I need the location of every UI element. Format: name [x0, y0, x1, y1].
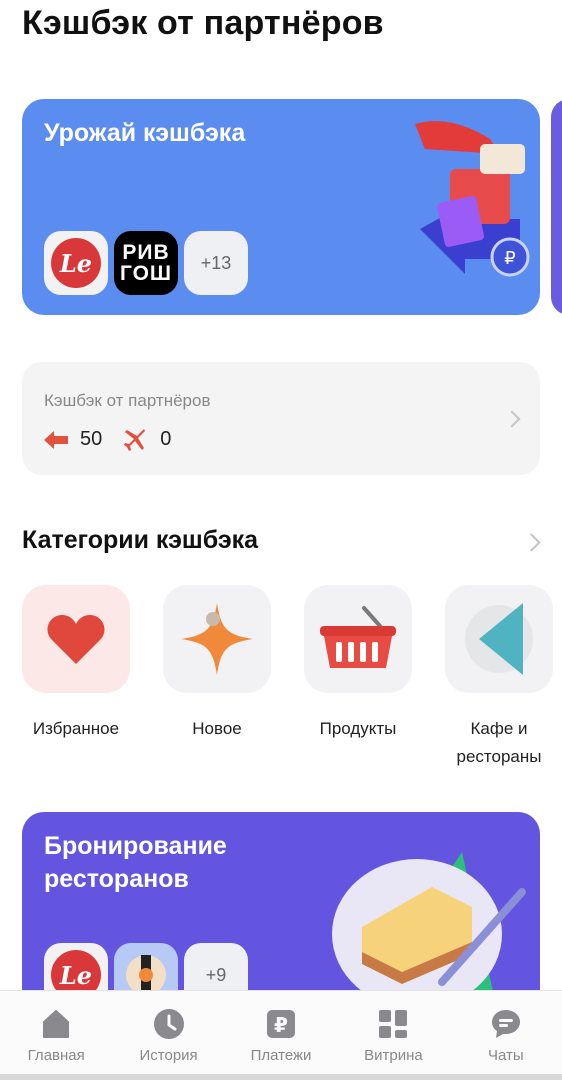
nav-item-showcase[interactable]: Витрина: [337, 991, 449, 1080]
category-cafes[interactable]: Кафе и рестораны: [445, 585, 553, 771]
category-label: Новое: [192, 719, 242, 738]
nav-label: Платежи: [250, 1047, 312, 1064]
nav-label: Чаты: [487, 1047, 524, 1064]
partner-logos: Le РИВ ГОШ +13: [44, 231, 248, 295]
category-label: Избранное: [32, 719, 120, 738]
partner-cashback-title: Кэшбэк от партнёров: [44, 391, 211, 410]
category-tile: [22, 585, 130, 693]
category-tile: [304, 585, 412, 693]
nav-label: Витрина: [364, 1047, 423, 1064]
shopping-cart-illustration: ₽: [415, 121, 530, 277]
sparkle-star-icon: [181, 603, 253, 675]
category-label: Продукты: [319, 719, 397, 738]
chat-icon: [489, 1007, 523, 1041]
nav-item-chats[interactable]: Чаты: [450, 991, 562, 1080]
arrow-left-icon: [44, 429, 70, 451]
nav-item-payments[interactable]: ₽ Платежи: [225, 991, 337, 1080]
cafe-plate-icon: [465, 603, 533, 675]
nav-item-history[interactable]: История: [112, 991, 224, 1080]
category-label: Кафе и рестораны: [456, 719, 542, 766]
arrows-cashback-value: 50: [80, 428, 103, 450]
le-logo: Le: [44, 231, 108, 295]
category-tile: [445, 585, 553, 693]
grid-icon: [376, 1007, 410, 1041]
promo-title: Бронирование ресторанов: [44, 832, 227, 893]
partner-cashback-values: 50 0: [44, 428, 193, 451]
svg-text:₽: ₽: [274, 1013, 288, 1037]
category-tile: [163, 585, 271, 693]
miles-cashback-value: 0: [160, 428, 172, 450]
chevron-right-icon: [503, 410, 521, 428]
category-new[interactable]: Новое: [163, 585, 271, 743]
bottom-navigation: Главная История ₽ Платежи Витрина Чаты: [0, 990, 562, 1080]
partner-cashback-card[interactable]: Кэшбэк от партнёров 50 0: [22, 362, 540, 475]
airplane-icon: [124, 428, 150, 451]
nav-label: Главная: [27, 1047, 85, 1064]
categories-chevron-right-icon[interactable]: [522, 533, 541, 552]
categories-list: Избранное Новое Продукты Кафе и ресторан…: [22, 585, 562, 775]
home-indicator: [0, 1074, 562, 1080]
clock-icon: [152, 1007, 186, 1041]
category-groceries[interactable]: Продукты: [304, 585, 412, 743]
nav-label: История: [139, 1047, 198, 1064]
shopping-basket-icon: [320, 606, 396, 668]
rivgosh-logo: РИВ ГОШ: [114, 231, 178, 295]
next-promo-card-peek[interactable]: [551, 99, 562, 315]
category-favorites[interactable]: Избранное: [22, 585, 130, 743]
page-title: Кэшбэк от партнёров: [22, 4, 384, 42]
promo-card-cashback-harvest[interactable]: Урожай кэшбэка Le РИВ ГОШ +13 ₽: [22, 99, 540, 315]
categories-header: Категории кэшбэка: [22, 526, 259, 554]
svg-text:₽: ₽: [504, 248, 515, 269]
nav-item-home[interactable]: Главная: [0, 991, 112, 1080]
home-icon: [39, 1007, 73, 1041]
more-partners-badge: +13: [184, 231, 248, 295]
heart-icon: [47, 614, 105, 664]
ruble-icon: ₽: [264, 1007, 298, 1041]
promo-title: Урожай кэшбэка: [44, 119, 246, 147]
